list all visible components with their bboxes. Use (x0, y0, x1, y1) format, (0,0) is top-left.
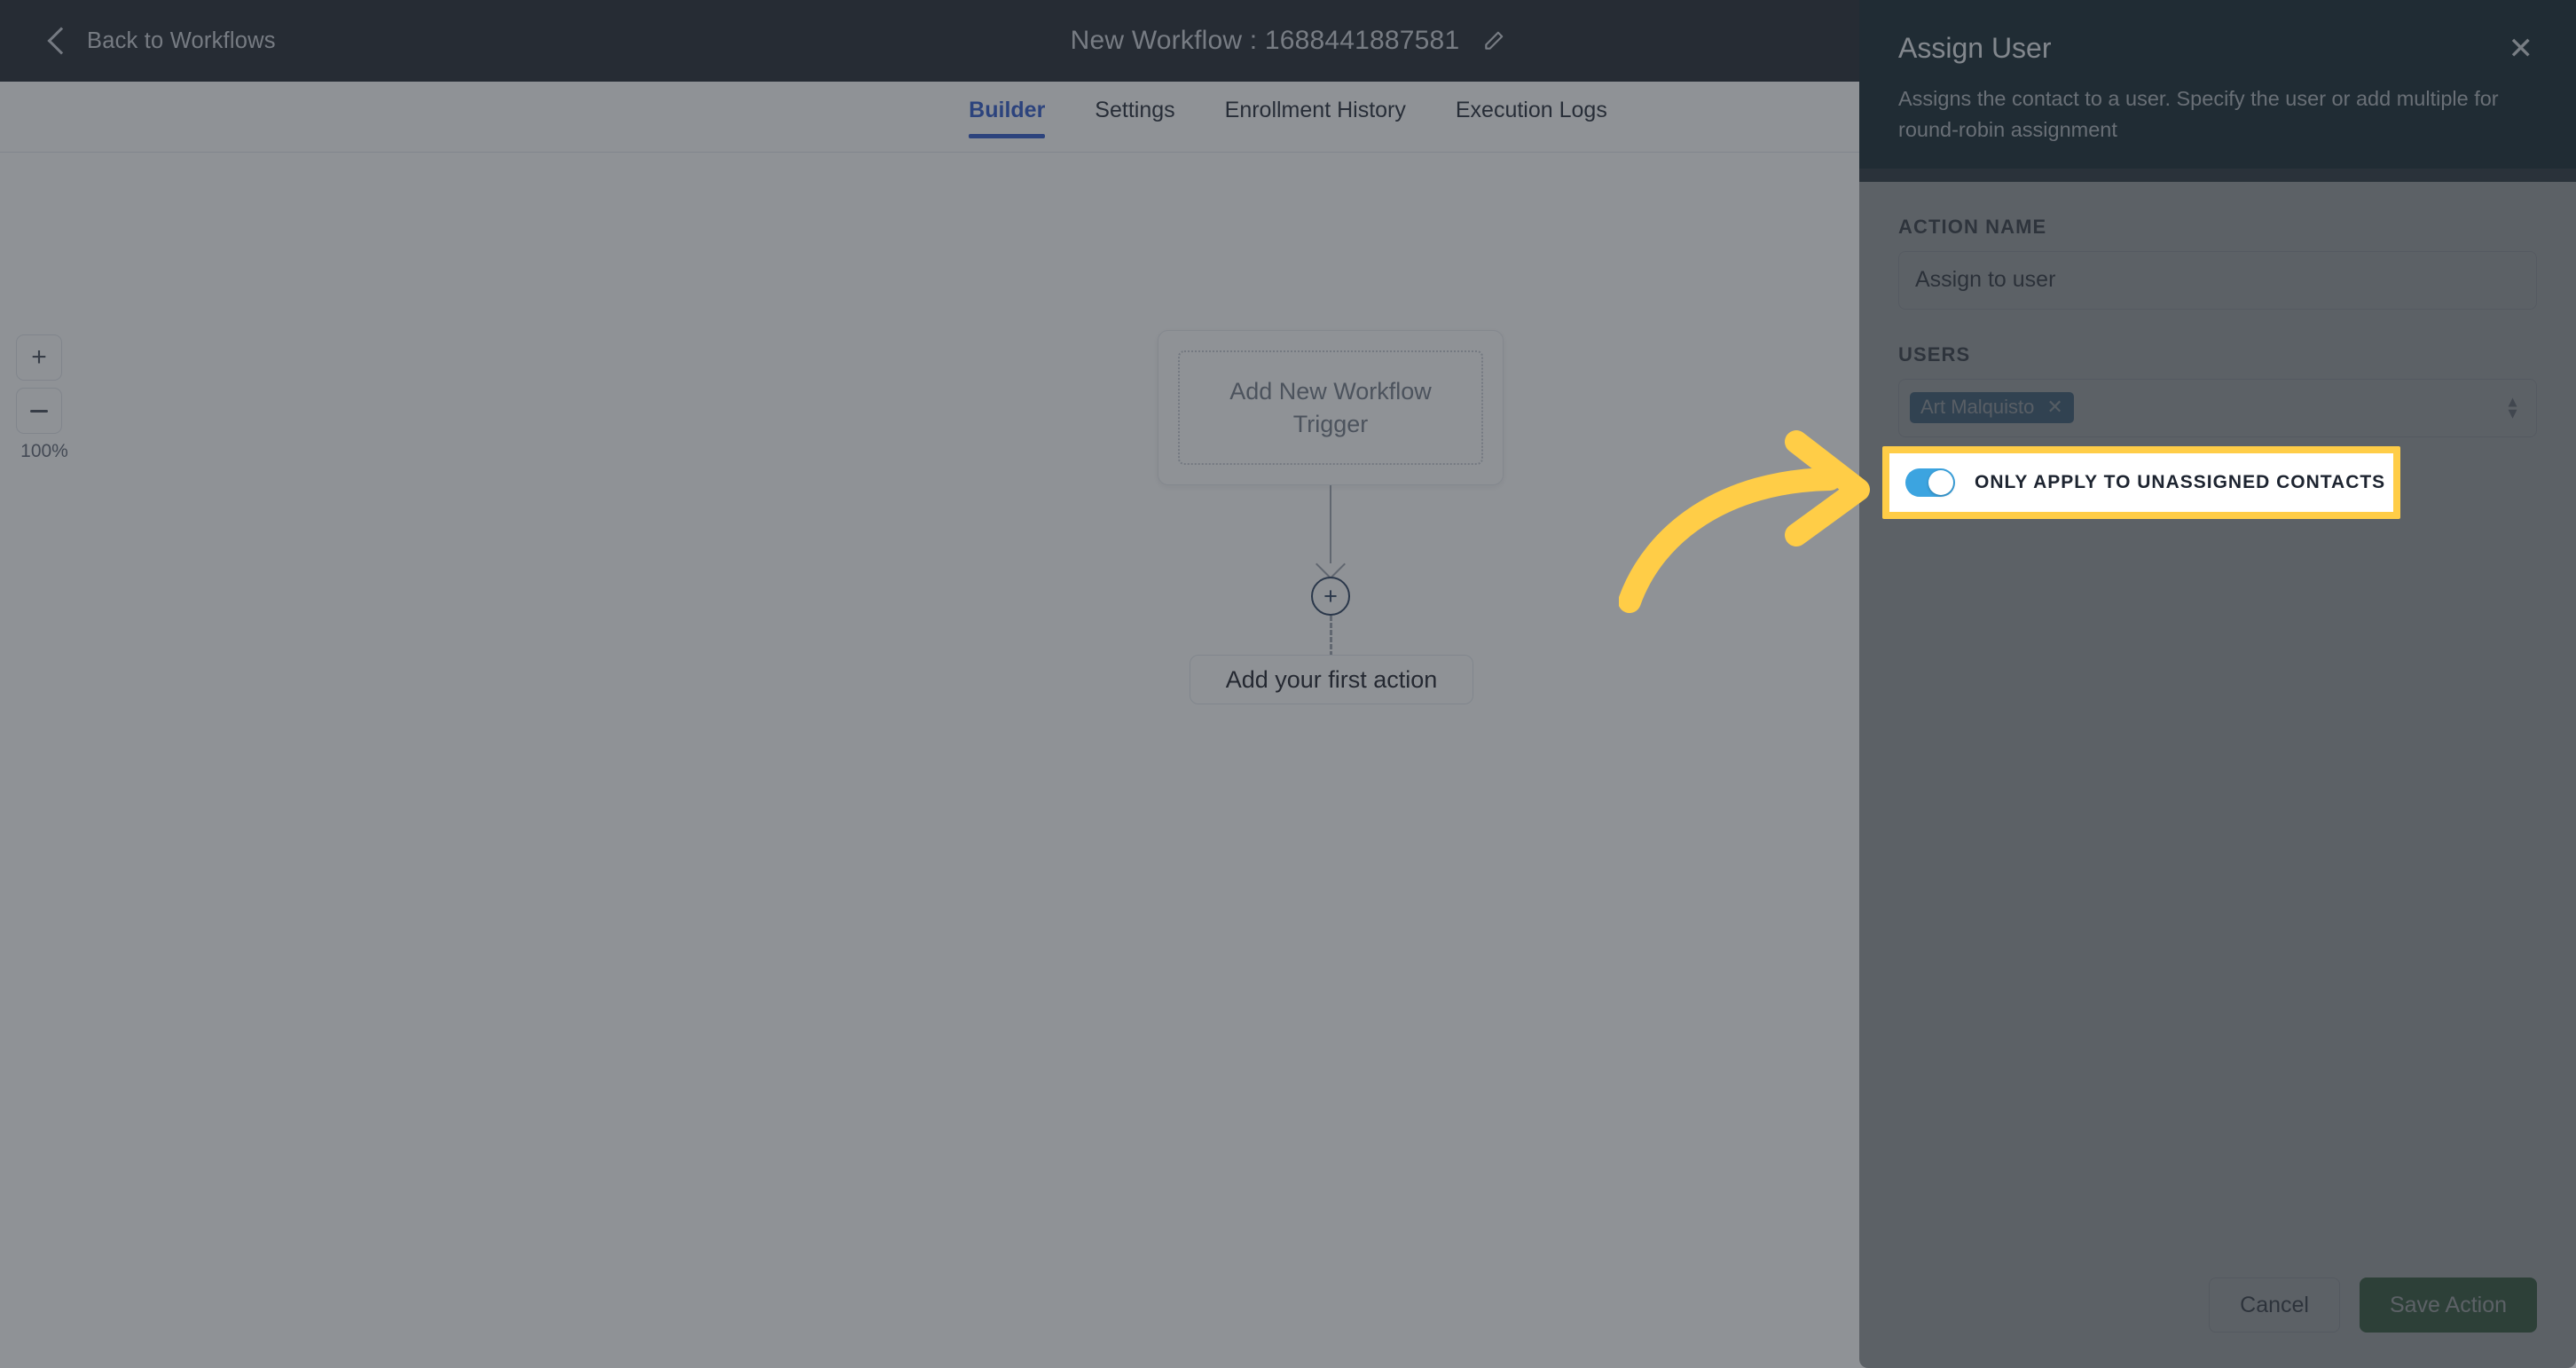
modal-dim-overlay (0, 0, 2576, 1368)
app-root: Back to Workflows New Workflow : 1688441… (0, 0, 2576, 1368)
annotation-highlight-box: ONLY APPLY TO UNASSIGNED CONTACTS (1882, 446, 2400, 519)
annotation-arrow-icon (1618, 426, 1885, 617)
only-apply-unassigned-label: ONLY APPLY TO UNASSIGNED CONTACTS (1975, 472, 2386, 492)
unassigned-contacts-toggle-row[interactable]: ONLY APPLY TO UNASSIGNED CONTACTS (1889, 453, 2393, 512)
toggle-knob (1928, 470, 1953, 495)
only-apply-unassigned-toggle[interactable] (1905, 468, 1955, 497)
